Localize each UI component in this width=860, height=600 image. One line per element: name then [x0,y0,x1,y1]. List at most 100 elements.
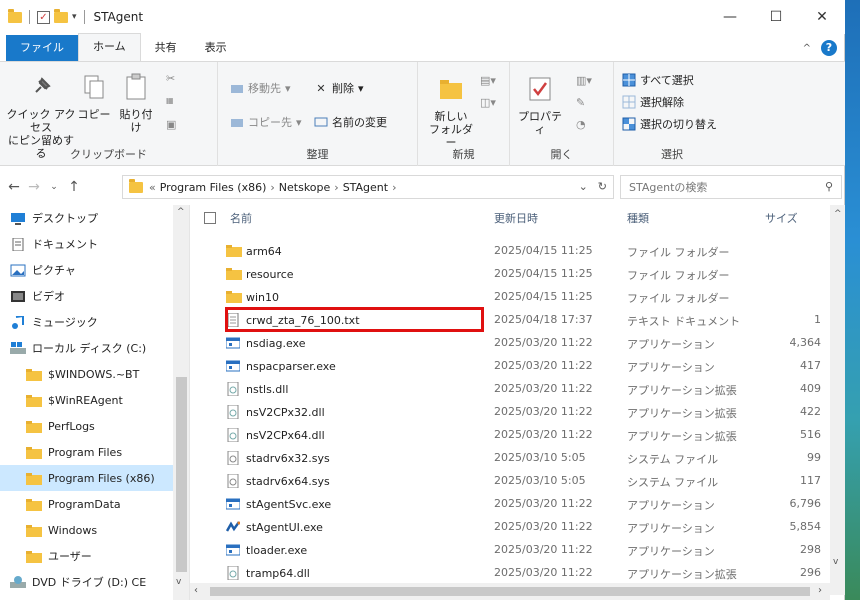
nav-scroll-thumb[interactable] [176,377,187,572]
address-dropdown-icon[interactable]: ⌄ [579,180,588,193]
sidebar-item-label: Program Files (x86) [48,471,155,485]
table-row[interactable]: stAgentSvc.exe 2025/03/20 11:22 アプリケーション 6,… [190,492,830,515]
history-icon[interactable]: ◔ [576,118,586,131]
breadcrumb-program-files-x86[interactable]: Program Files (x86) [160,181,267,194]
table-row[interactable]: nsV2CPx32.dll 2025/03/20 11:22 アプリケーション拡張 4… [190,400,830,423]
new-folder-button[interactable]: 新しい フォルダー [426,74,476,149]
tab-share[interactable]: 共有 [141,35,191,61]
select-none-button[interactable]: 選択解除 [622,94,684,110]
select-all-button[interactable]: すべて選択 [622,72,694,88]
paste-shortcut-icon[interactable]: ▣ [166,118,176,131]
move-to-button[interactable]: 移動先 ▾ [230,80,291,96]
scroll-up-icon[interactable]: ^ [834,209,842,219]
sidebar-item[interactable]: DVD ドライブ (D:) CE [0,569,173,595]
horizontal-scroll-thumb[interactable] [210,587,810,596]
refresh-icon[interactable]: ↻ [598,180,607,193]
copy-button[interactable]: コピー [76,72,112,121]
table-row[interactable]: nsdiag.exe 2025/03/20 11:22 アプリケーション 4,364 [190,331,830,354]
sidebar-item[interactable]: ドキュメント [0,231,173,257]
sidebar-item[interactable]: ビデオ [0,283,173,309]
chevron-right-icon[interactable]: › [270,181,274,194]
minimize-button[interactable]: — [707,0,753,34]
column-header: 名前 ^ 更新日時 種類 サイズ [190,205,830,231]
rename-button[interactable]: 名前の変更 [314,114,387,130]
table-row[interactable]: nsV2CPx64.dll 2025/03/20 11:22 アプリケーション拡張 5… [190,423,830,446]
invert-selection-icon [622,117,636,131]
properties-qa-icon[interactable]: ✓ [37,10,50,24]
sidebar-item-label: ユーザー [48,550,92,563]
maximize-button[interactable]: ☐ [753,0,799,34]
close-button[interactable]: ✕ [799,0,845,34]
scroll-down-icon[interactable]: v [833,557,838,567]
new-item-icon[interactable]: ▤▾ [480,74,496,87]
properties-button[interactable]: プロパティ [516,74,564,136]
tab-file[interactable]: ファイル [6,35,78,61]
help-icon[interactable]: ? [821,40,837,56]
table-row[interactable]: nstls.dll 2025/03/20 11:22 アプリケーション拡張 409 [190,377,830,400]
table-row[interactable]: resource 2025/04/15 11:25 ファイル フォルダー [190,262,830,285]
sidebar-item[interactable]: ProgramData [0,491,173,517]
up-icon[interactable]: ↑ [64,179,84,195]
paste-button[interactable]: 貼り付け [116,72,156,134]
copy-path-icon[interactable]: ▦ [166,96,174,105]
table-row[interactable]: stadrv6x64.sys 2025/03/10 5:05 システム ファイル 11… [190,469,830,492]
sidebar-item[interactable]: Program Files [0,439,173,465]
scroll-left-icon[interactable]: ‹ [194,585,198,596]
table-row[interactable]: stAgentUI.exe 2025/03/20 11:22 アプリケーション 5,8… [190,515,830,538]
column-type[interactable]: 種類 [627,210,649,226]
sidebar-item[interactable]: ローカル ディスク (C:) [0,335,173,361]
back-icon[interactable]: ← [4,179,24,195]
sidebar-item[interactable]: PerfLogs [0,413,173,439]
scroll-right-icon[interactable]: › [818,585,822,596]
sidebar-item[interactable]: ピクチャ [0,257,173,283]
table-row[interactable]: stadrv6x32.sys 2025/03/10 5:05 システム ファイル 99 [190,446,830,469]
sidebar-item[interactable]: ユーザー [0,543,173,569]
file-type: アプリケーション [627,545,715,558]
vertical-scrollbar[interactable]: ^ v [830,205,845,595]
sidebar-item[interactable]: デスクトップ [0,205,173,231]
horizontal-scrollbar[interactable]: ‹ › [190,583,830,600]
scroll-up-icon[interactable]: ^ [177,207,185,217]
edit-icon[interactable]: ✎ [576,96,585,109]
table-row[interactable]: nspacparser.exe 2025/03/20 11:22 アプリケーション 4… [190,354,830,377]
nav-scrollbar[interactable]: ^ v [173,205,189,600]
collapse-ribbon-icon[interactable]: ^ [803,43,811,54]
tab-home[interactable]: ホーム [78,33,141,61]
invert-selection-button[interactable]: 選択の切り替え [622,116,717,132]
sidebar-item[interactable]: Windows [0,517,173,543]
file-date: 2025/03/20 11:22 [494,543,593,556]
breadcrumb-netskope[interactable]: Netskope [279,181,331,194]
table-row[interactable]: tramp64.dll 2025/03/20 11:22 アプリケーション拡張 296 [190,561,830,584]
breadcrumb-stagent[interactable]: STAgent [343,181,388,194]
select-group-label: 選択 [661,148,683,161]
scroll-down-icon[interactable]: v [176,577,181,587]
column-size[interactable]: サイズ [765,210,798,226]
sidebar-item[interactable]: $WinREAgent [0,387,173,413]
sidebar-item[interactable]: $WINDOWS.~BT [0,361,173,387]
tab-view[interactable]: 表示 [191,35,241,61]
sidebar-item[interactable]: Program Files (x86) [0,465,173,491]
sidebar-item-label: $WinREAgent [48,393,123,407]
column-date[interactable]: 更新日時 [494,210,538,226]
cut-icon[interactable]: ✂ [166,72,175,85]
address-bar[interactable]: « Program Files (x86) › Netskope › STAge… [122,175,614,199]
copy-to-button[interactable]: コピー先 ▾ [230,114,302,130]
recent-locations-icon[interactable]: ⌄ [44,182,64,192]
clipboard-group-label: クリップボード [70,148,147,161]
chevron-right-icon[interactable]: › [334,181,338,194]
open-icon[interactable]: ▥▾ [576,74,592,87]
customize-qa-icon[interactable]: ▾ [72,12,77,22]
table-row[interactable]: win10 2025/04/15 11:25 ファイル フォルダー [190,285,830,308]
column-name[interactable]: 名前 [230,210,252,226]
new-folder-qa-icon[interactable] [54,8,68,23]
table-row[interactable]: arm64 2025/04/15 11:25 ファイル フォルダー [190,239,830,262]
easy-access-icon[interactable]: ◫▾ [480,96,496,109]
chevron-right-icon[interactable]: › [392,181,396,194]
forward-icon[interactable]: → [24,179,44,195]
table-row[interactable]: tloader.exe 2025/03/20 11:22 アプリケーション 298 [190,538,830,561]
sidebar-item[interactable]: ミュージック [0,309,173,335]
organize-group-label: 整理 [306,148,329,161]
select-all-checkbox[interactable] [204,212,216,224]
search-box[interactable]: STAgentの検索 ⚲ [620,175,842,199]
delete-button[interactable]: ✕ 削除 ▾ [314,80,363,96]
